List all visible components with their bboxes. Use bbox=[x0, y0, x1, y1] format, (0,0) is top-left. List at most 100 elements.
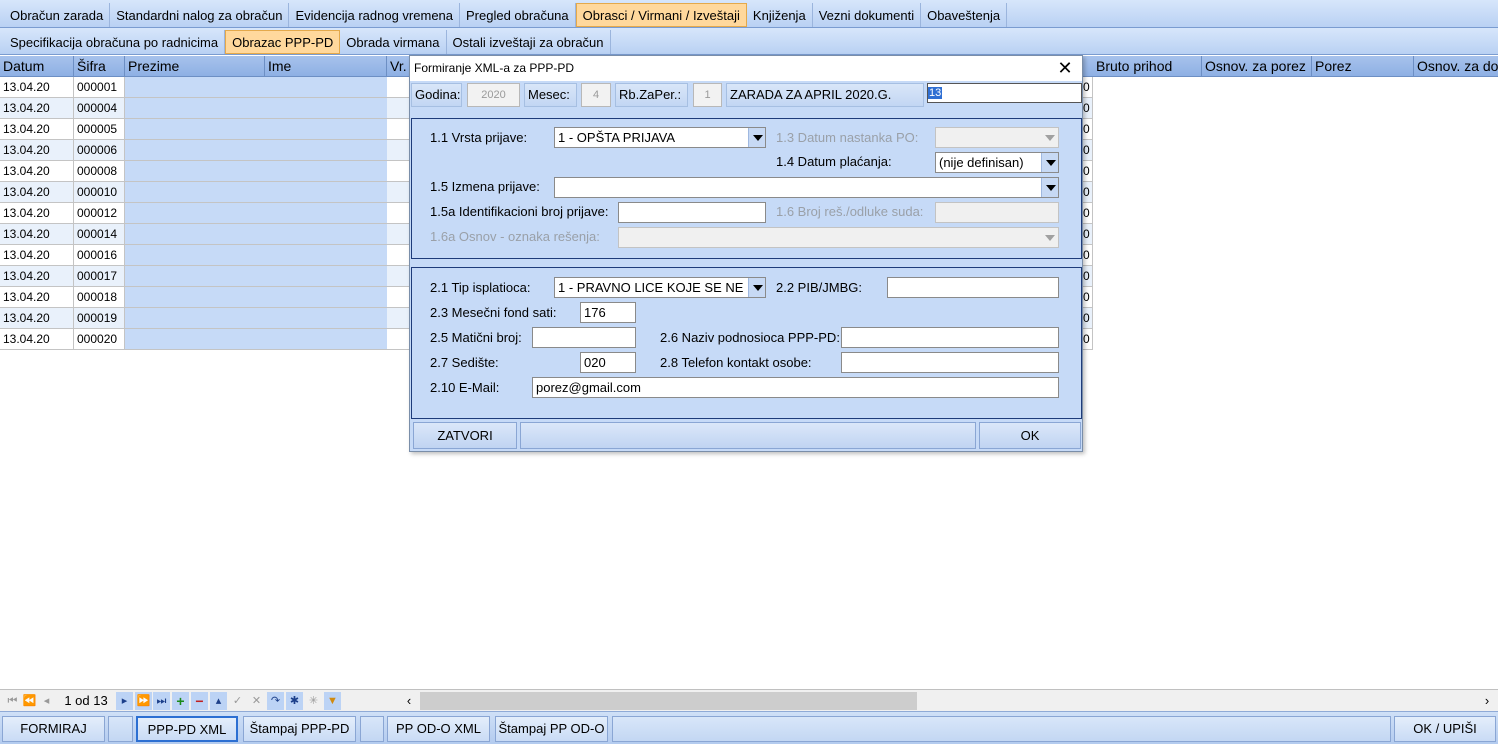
tab-standardni-nalog[interactable]: Standardni nalog za obračun bbox=[110, 3, 290, 27]
maticni-broj-input[interactable] bbox=[532, 327, 636, 348]
column-header-ime[interactable]: Ime bbox=[265, 56, 387, 77]
email-input[interactable]: porez@gmail.com bbox=[532, 377, 1059, 398]
cell-vr[interactable] bbox=[387, 224, 411, 245]
cell-vr[interactable] bbox=[387, 308, 411, 329]
cell-prezime-ime[interactable] bbox=[125, 140, 387, 161]
datum-placanja-select[interactable]: (nije definisan) bbox=[935, 152, 1059, 173]
column-header-osnov-za-porez[interactable]: Osnov. za porez bbox=[1202, 56, 1312, 77]
cell-datum[interactable]: 13.04.20 bbox=[0, 245, 74, 266]
cell-prezime-ime[interactable] bbox=[125, 245, 387, 266]
cell-sifra[interactable]: 000001 bbox=[74, 77, 125, 98]
cell-prezime-ime[interactable] bbox=[125, 308, 387, 329]
column-header-sifra[interactable]: Šifra bbox=[74, 56, 125, 77]
cell-tail[interactable]: 0 bbox=[1083, 245, 1093, 266]
column-header-prezime[interactable]: Prezime bbox=[125, 56, 265, 77]
cell-datum[interactable]: 13.04.20 bbox=[0, 203, 74, 224]
cell-tail[interactable]: 0 bbox=[1083, 119, 1093, 140]
scroll-left-icon[interactable]: ‹ bbox=[400, 692, 418, 710]
stampaj-ppp-pd-button[interactable]: Štampaj PPP-PD bbox=[243, 716, 356, 742]
ppp-pd-xml-button[interactable]: PPP-PD XML bbox=[136, 716, 238, 742]
cell-datum[interactable]: 13.04.20 bbox=[0, 77, 74, 98]
ok-upisi-button[interactable]: OK / UPIŠI bbox=[1394, 716, 1496, 742]
cell-vr[interactable] bbox=[387, 77, 411, 98]
chevron-down-icon[interactable] bbox=[748, 278, 765, 297]
cell-datum[interactable]: 13.04.20 bbox=[0, 308, 74, 329]
cell-sifra[interactable]: 000006 bbox=[74, 140, 125, 161]
cell-sifra[interactable]: 000004 bbox=[74, 98, 125, 119]
cell-datum[interactable]: 13.04.20 bbox=[0, 329, 74, 350]
cell-prezime-ime[interactable] bbox=[125, 77, 387, 98]
cell-datum[interactable]: 13.04.20 bbox=[0, 119, 74, 140]
last-record-icon[interactable]: ⏭ bbox=[153, 692, 170, 710]
pib-jmbg-input[interactable] bbox=[887, 277, 1059, 298]
tab-obavestenja[interactable]: Obaveštenja bbox=[921, 3, 1008, 27]
cell-vr[interactable] bbox=[387, 98, 411, 119]
cancel-edit-icon[interactable]: ✕ bbox=[248, 692, 265, 710]
cell-tail[interactable]: 0 bbox=[1083, 308, 1093, 329]
cell-tail[interactable]: 0 bbox=[1083, 224, 1093, 245]
tip-isplatioca-select[interactable]: 1 - PRAVNO LICE KOJE SE NE FIN bbox=[554, 277, 766, 298]
tab-knjizenja[interactable]: Knjiženja bbox=[747, 3, 813, 27]
cell-prezime-ime[interactable] bbox=[125, 98, 387, 119]
cell-sifra[interactable]: 000008 bbox=[74, 161, 125, 182]
cell-vr[interactable] bbox=[387, 119, 411, 140]
next-page-icon[interactable]: ⏩ bbox=[135, 692, 152, 710]
scroll-right-icon[interactable]: › bbox=[1478, 692, 1496, 710]
chevron-down-icon[interactable] bbox=[748, 128, 765, 147]
cell-sifra[interactable]: 000018 bbox=[74, 287, 125, 308]
cell-tail[interactable]: 0 bbox=[1083, 266, 1093, 287]
cell-vr[interactable] bbox=[387, 140, 411, 161]
vrsta-prijave-select[interactable]: 1 - OPŠTA PRIJAVA bbox=[554, 127, 766, 148]
zatvori-button[interactable]: ZATVORI bbox=[413, 422, 517, 449]
cell-datum[interactable]: 13.04.20 bbox=[0, 224, 74, 245]
cell-sifra[interactable]: 000020 bbox=[74, 329, 125, 350]
cell-datum[interactable]: 13.04.20 bbox=[0, 161, 74, 182]
tab-pregled-obracuna[interactable]: Pregled obračuna bbox=[460, 3, 576, 27]
prev-record-icon[interactable]: ◂ bbox=[38, 692, 55, 710]
cell-sifra[interactable]: 000012 bbox=[74, 203, 125, 224]
cell-datum[interactable]: 13.04.20 bbox=[0, 266, 74, 287]
next-record-icon[interactable]: ▸ bbox=[116, 692, 133, 710]
cell-sifra[interactable]: 000019 bbox=[74, 308, 125, 329]
tab-evidencija-radnog-vremena[interactable]: Evidencija radnog vremena bbox=[289, 3, 461, 27]
cell-tail[interactable]: 0 bbox=[1083, 77, 1093, 98]
sediste-input[interactable]: 020 bbox=[580, 352, 636, 373]
izmena-prijave-select[interactable] bbox=[554, 177, 1059, 198]
cell-prezime-ime[interactable] bbox=[125, 287, 387, 308]
cell-tail[interactable]: 0 bbox=[1083, 203, 1093, 224]
cell-datum[interactable]: 13.04.20 bbox=[0, 182, 74, 203]
cell-datum[interactable]: 13.04.20 bbox=[0, 98, 74, 119]
column-header-bruto-prihod[interactable]: Bruto prihod bbox=[1093, 56, 1202, 77]
add-record-icon[interactable]: + bbox=[172, 692, 189, 710]
cell-datum[interactable]: 13.04.20 bbox=[0, 140, 74, 161]
column-header-datum[interactable]: Datum bbox=[0, 56, 74, 77]
cell-sifra[interactable]: 000010 bbox=[74, 182, 125, 203]
cell-tail[interactable]: 0 bbox=[1083, 98, 1093, 119]
first-record-icon[interactable]: ⏮ bbox=[4, 692, 21, 710]
edit-record-icon[interactable]: ▴ bbox=[210, 692, 227, 710]
ok-button[interactable]: OK bbox=[979, 422, 1081, 449]
cell-prezime-ime[interactable] bbox=[125, 224, 387, 245]
cell-sifra[interactable]: 000005 bbox=[74, 119, 125, 140]
cell-vr[interactable] bbox=[387, 182, 411, 203]
naziv-podnosioca-input[interactable] bbox=[841, 327, 1059, 348]
bookmark-icon[interactable]: ✱ bbox=[286, 692, 303, 710]
cell-prezime-ime[interactable] bbox=[125, 266, 387, 287]
cell-sifra[interactable]: 000017 bbox=[74, 266, 125, 287]
scrollbar-thumb[interactable] bbox=[420, 692, 917, 710]
cell-tail[interactable]: 0 bbox=[1083, 161, 1093, 182]
formiraj-button[interactable]: FORMIRAJ bbox=[2, 716, 105, 742]
tab-obracun-zarada[interactable]: Obračun zarada bbox=[4, 3, 111, 27]
telefon-input[interactable] bbox=[841, 352, 1059, 373]
cell-prezime-ime[interactable] bbox=[125, 203, 387, 224]
cell-tail[interactable]: 0 bbox=[1083, 140, 1093, 161]
cell-tail[interactable]: 0 bbox=[1083, 329, 1093, 350]
stampaj-pp-od-o-button[interactable]: Štampaj PP OD-O bbox=[495, 716, 608, 742]
cell-vr[interactable] bbox=[387, 266, 411, 287]
prev-page-icon[interactable]: ⏪ bbox=[21, 692, 38, 710]
cell-vr[interactable] bbox=[387, 161, 411, 182]
delete-record-icon[interactable]: − bbox=[191, 692, 208, 710]
goto-bookmark-icon[interactable]: ✳ bbox=[305, 692, 322, 710]
column-header-porez[interactable]: Porez bbox=[1312, 56, 1414, 77]
cell-datum[interactable]: 13.04.20 bbox=[0, 287, 74, 308]
